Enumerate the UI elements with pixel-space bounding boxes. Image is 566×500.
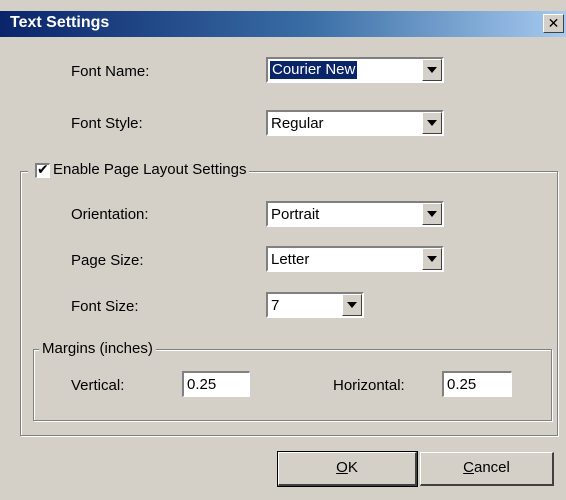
font-style-label: Font Style:: [71, 115, 143, 132]
ok-label: K: [347, 459, 358, 476]
cancel-label: ancel: [473, 459, 510, 476]
window-title: Text Settings: [10, 14, 110, 31]
cancel-button[interactable]: Cancel: [420, 452, 554, 486]
orientation-label: Orientation:: [71, 206, 149, 223]
vertical-label: Vertical:: [71, 377, 125, 394]
font-style-value: Regular: [271, 115, 324, 132]
font-size-label: Font Size:: [71, 298, 139, 315]
chevron-down-icon[interactable]: [422, 112, 442, 134]
page-size-label: Page Size:: [71, 252, 144, 269]
chevron-down-icon[interactable]: [422, 203, 442, 225]
orientation-value: Portrait: [271, 206, 320, 223]
vertical-margin-input[interactable]: 0.25: [182, 371, 250, 397]
text-settings-dialog: Text Settings ✕ Font Name: Courier New F…: [0, 0, 566, 500]
ok-button[interactable]: OK: [277, 451, 418, 487]
chevron-down-icon[interactable]: [422, 248, 442, 270]
page-layout-caption: Enable Page Layout Settings: [28, 161, 250, 181]
title-bar[interactable]: Text Settings ✕: [0, 11, 566, 37]
ok-mnemonic: O: [336, 459, 348, 476]
enable-page-layout-checkbox[interactable]: ✔: [35, 161, 50, 178]
chevron-down-icon[interactable]: [422, 59, 442, 81]
font-name-value: Courier New: [268, 60, 359, 80]
checkmark-icon: ✔: [37, 161, 49, 177]
font-name-dropdown[interactable]: Courier New: [266, 57, 444, 83]
font-name-label: Font Name:: [71, 63, 150, 80]
chevron-down-icon[interactable]: [342, 294, 362, 316]
orientation-dropdown[interactable]: Portrait: [266, 201, 444, 227]
font-style-dropdown[interactable]: Regular: [266, 110, 444, 136]
margins-caption: Margins (inches): [39, 340, 156, 357]
font-size-value: 7: [271, 297, 280, 314]
enable-page-layout-label: Enable Page Layout Settings: [53, 161, 247, 178]
page-size-value: Letter: [271, 251, 310, 268]
cancel-mnemonic: C: [463, 459, 474, 476]
font-size-dropdown[interactable]: 7: [266, 292, 364, 318]
horizontal-label: Horizontal:: [333, 377, 405, 394]
close-button[interactable]: ✕: [543, 14, 564, 33]
horizontal-margin-input[interactable]: 0.25: [442, 371, 512, 397]
page-size-dropdown[interactable]: Letter: [266, 246, 444, 272]
close-icon: ✕: [547, 15, 560, 31]
